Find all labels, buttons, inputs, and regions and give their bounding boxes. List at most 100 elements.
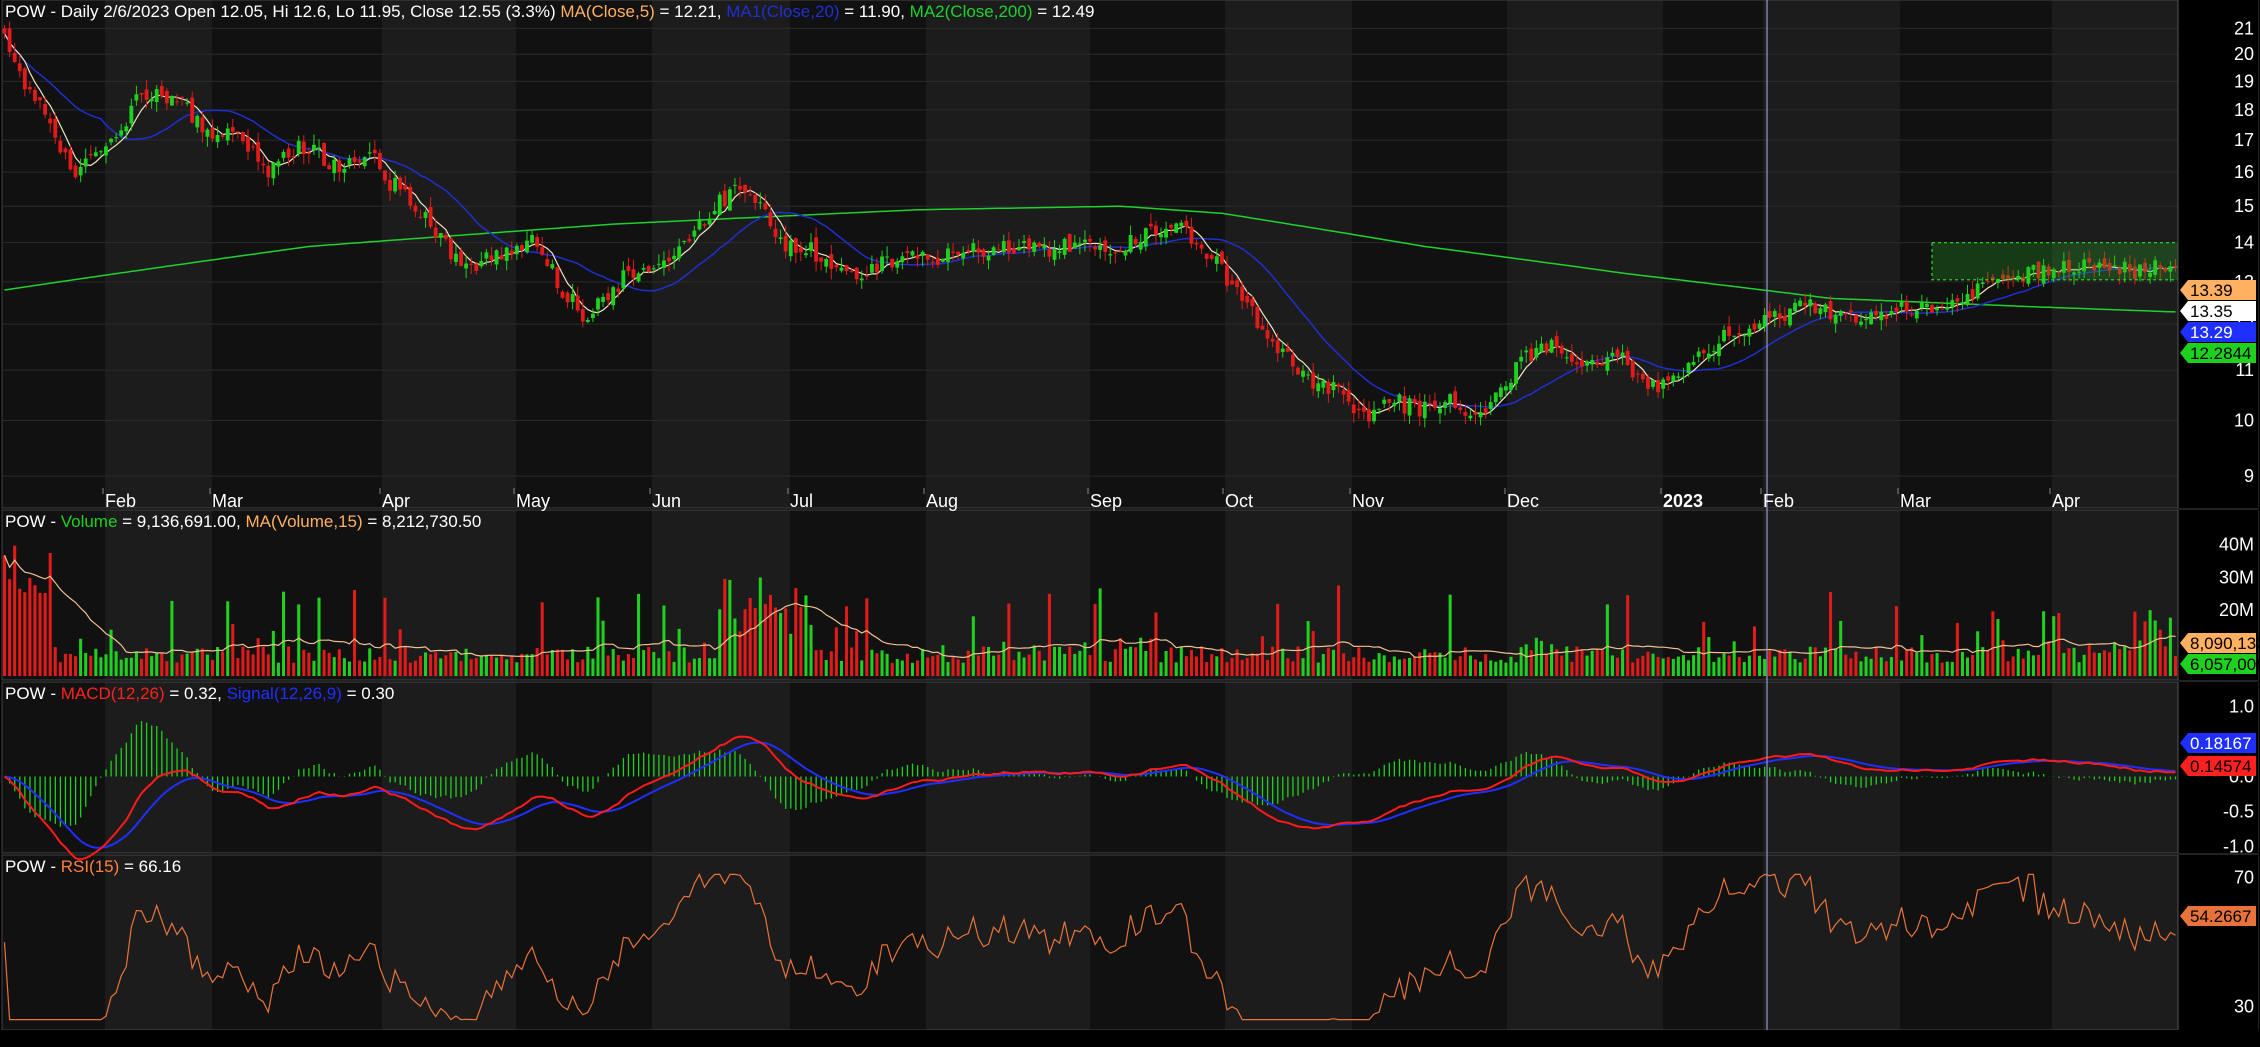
macd-hist-bar: [44, 776, 46, 820]
macd-hist-bar: [1804, 771, 1806, 777]
price-tick-label: 11: [2235, 360, 2254, 380]
macd-hist-bar: [1885, 776, 1888, 784]
volume-bar: [1037, 650, 1041, 676]
volume-bar: [1397, 659, 1401, 676]
macd-hist-bar: [1784, 772, 1786, 777]
macd-hist-bar: [886, 769, 888, 777]
volume-bar: [1707, 637, 1711, 676]
volume-bar: [418, 655, 422, 676]
macd-hist-bar: [2134, 776, 2136, 785]
chart-canvas[interactable]: 910111213141516171819202110M20M30M40M-1.…: [0, 0, 2260, 1047]
macd-hist-bar: [577, 776, 579, 789]
volume-bar: [170, 600, 174, 676]
macd-hist-bar: [1738, 764, 1740, 777]
macd-hist-bar: [1799, 770, 1801, 777]
volume-bar: [794, 588, 798, 676]
macd-hist-bar: [156, 725, 158, 777]
macd-hist-bar: [2124, 776, 2126, 781]
volume-bar: [692, 658, 696, 676]
volume-bar: [180, 654, 184, 676]
volume-bar: [454, 651, 458, 676]
volume-bar: [586, 646, 590, 676]
volume-bar: [68, 653, 72, 676]
macd-hist-bar: [597, 776, 599, 783]
volume-bar: [1681, 655, 1685, 676]
volume-bar: [824, 660, 828, 676]
volume-bar: [1255, 653, 1259, 676]
selection-box[interactable]: [1931, 242, 2180, 281]
svg-text:8,090,133: 8,090,133: [2190, 634, 2260, 653]
volume-bar: [1473, 659, 1478, 676]
volume-bar: [464, 648, 468, 676]
volume-bar: [667, 651, 671, 676]
rsi-tick-label: 70: [2234, 868, 2254, 888]
macd-hist-bar: [2007, 770, 2009, 777]
volume-bar: [1017, 651, 1021, 676]
x-month-label: Jul: [790, 491, 813, 511]
volume-bar: [1210, 654, 1214, 676]
volume-bar: [809, 625, 813, 676]
volume-bar: [1443, 657, 1447, 676]
volume-bar: [1281, 648, 1285, 676]
volume-bar: [403, 647, 407, 676]
macd-hist-bar: [769, 776, 772, 791]
macd-hist-bar: [1895, 776, 1898, 781]
macd-hist-bar: [2088, 776, 2090, 778]
volume-bar: [1829, 591, 1833, 676]
volume-bar: [1555, 649, 1559, 676]
volume-bar: [850, 647, 854, 676]
price-tick-label: 19: [2234, 71, 2254, 91]
macd-hist-bar: [1779, 769, 1781, 777]
macd-hist-bar: [2098, 776, 2101, 779]
macd-hist-bar: [1900, 776, 1903, 778]
macd-hist-bar: [2002, 769, 2004, 777]
volume-bar: [1534, 637, 1538, 676]
macd-hist-bar: [1079, 775, 1081, 777]
macd-hist-bar: [1104, 776, 1106, 779]
macd-hist-bar: [1819, 776, 1822, 778]
macd-hist-bar: [450, 776, 452, 799]
macd-hist-bar: [1479, 770, 1482, 777]
volume-bar: [1047, 593, 1051, 676]
volume-bar: [1763, 658, 1767, 676]
macd-hist-bar: [308, 768, 310, 777]
macd-hist-bar: [465, 776, 467, 795]
macd-hist-bar: [668, 756, 670, 777]
macd-hist-bar: [1084, 774, 1086, 777]
macd-hist-bar: [1525, 751, 1527, 777]
macd-hist-bar: [592, 776, 594, 789]
volume-bar: [1844, 654, 1848, 676]
volume-bar: [1605, 604, 1609, 676]
volume-bar: [941, 645, 945, 676]
volume-bar: [1879, 657, 1883, 676]
macd-hist-bar: [957, 769, 959, 777]
volume-bar: [515, 662, 519, 676]
volume-bar: [601, 620, 605, 676]
macd-hist-bar: [632, 754, 635, 777]
macd-hist-bar: [90, 776, 92, 797]
volume-bar: [2067, 648, 2071, 676]
volume-bar: [1849, 658, 1853, 676]
macd-hist-bar: [298, 769, 300, 777]
macd-hist-bar: [607, 773, 609, 777]
x-month-label: Feb: [105, 491, 136, 511]
signal-value-label: 0.18167: [2180, 733, 2256, 753]
volume-bar: [495, 657, 499, 676]
macd-value-label: 0.14574: [2180, 756, 2256, 776]
volume-bar: [1103, 660, 1107, 676]
volume-bar: [1352, 657, 1356, 676]
macd-hist-bar: [1814, 775, 1817, 777]
macd-hist-bar: [561, 776, 564, 782]
volume-bar: [94, 648, 98, 676]
macd-hist-bar: [881, 773, 883, 777]
volume-bar: [469, 659, 473, 676]
volume-bar: [1509, 656, 1513, 676]
volume-bar: [312, 660, 316, 676]
volume-bar: [855, 631, 859, 676]
macd-hist-bar: [2032, 771, 2035, 777]
volume-bar: [2006, 661, 2010, 676]
volume-bar: [302, 649, 306, 676]
macd-hist-bar: [2119, 776, 2121, 783]
macd-hist-bar: [1053, 776, 1056, 779]
macd-hist-bar: [1135, 775, 1137, 777]
